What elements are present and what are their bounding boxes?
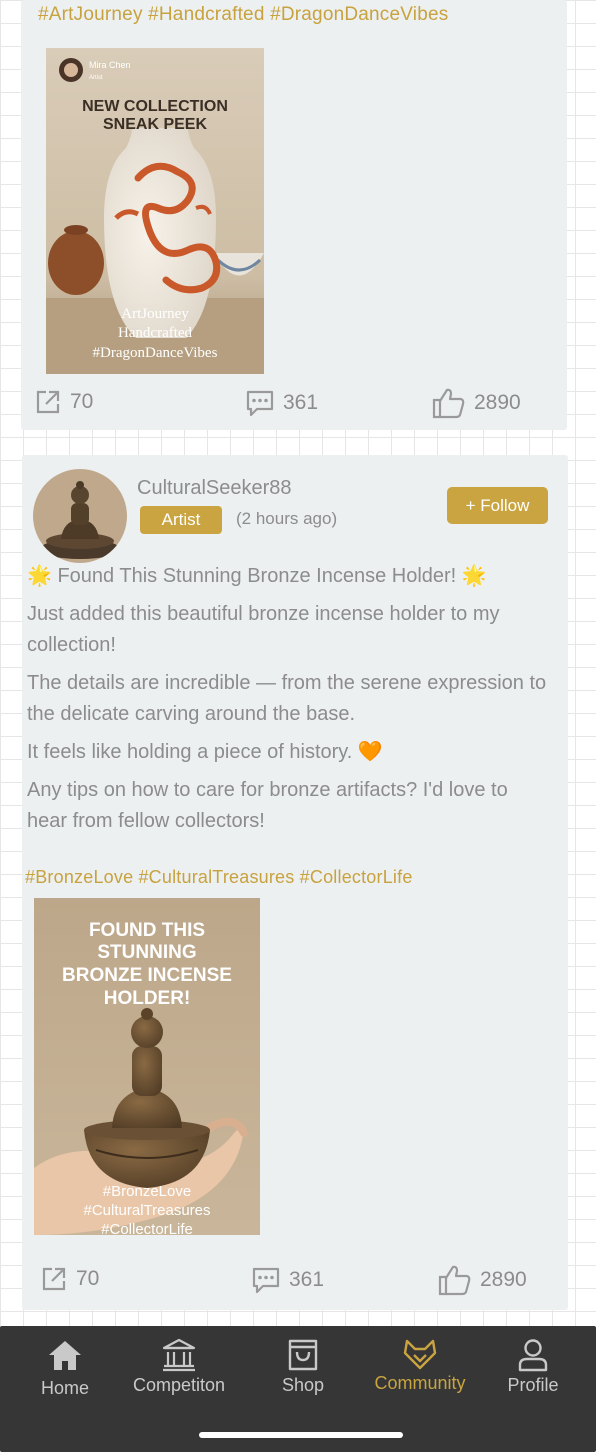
post-paragraph: The details are incredible — from the se… bbox=[27, 672, 547, 725]
image-headline-2: SNEAK PEEK bbox=[103, 116, 207, 133]
image-headline-1: NEW COLLECTION bbox=[82, 98, 228, 115]
comment-icon bbox=[246, 390, 274, 417]
post-timestamp: (2 hours ago) bbox=[236, 509, 338, 528]
comment-icon bbox=[252, 1267, 280, 1294]
image-author-role: Artist bbox=[89, 75, 103, 81]
shopping-bag-icon bbox=[288, 1339, 318, 1371]
fox-icon bbox=[403, 1339, 437, 1370]
follow-button[interactable]: + Follow bbox=[447, 487, 548, 524]
incense-holder-photo: FOUND THIS STUNNING BRONZE INCENSE HOLDE… bbox=[34, 898, 260, 1235]
post-paragraph: It feels like holding a piece of history… bbox=[27, 741, 383, 763]
share-icon bbox=[42, 1267, 66, 1291]
post-card: CulturalSeeker88 Artist (2 hours ago) + … bbox=[22, 455, 568, 1310]
image-caption-3: #CollectorLife bbox=[101, 1221, 193, 1235]
thumbs-up-icon bbox=[438, 1265, 471, 1296]
nav-label: Community bbox=[374, 1373, 466, 1393]
comment-count: 361 bbox=[289, 1268, 325, 1291]
vase-photo: Mira Chen Artist NEW COLLECTION SNEAK PE… bbox=[46, 48, 264, 374]
share-stat[interactable]: 70 bbox=[34, 388, 93, 416]
nav-item-profile[interactable]: Profile bbox=[498, 1338, 568, 1396]
share-count: 70 bbox=[70, 390, 94, 413]
home-icon bbox=[49, 1341, 81, 1370]
nav-label: Profile bbox=[507, 1375, 559, 1395]
post-card: #ArtJourney #Handcrafted #DragonDanceVib… bbox=[21, 0, 567, 430]
avatar[interactable] bbox=[33, 469, 127, 563]
like-stat[interactable]: 2890 bbox=[432, 387, 521, 419]
like-stat[interactable]: 2890 bbox=[438, 1264, 527, 1296]
like-count: 2890 bbox=[474, 391, 521, 414]
role-badge: Artist bbox=[140, 506, 222, 534]
image-headline-2: STUNNING bbox=[97, 942, 196, 963]
image-caption-2: #CulturalTreasures bbox=[84, 1202, 211, 1219]
image-caption-1: #BronzeLove bbox=[103, 1183, 191, 1200]
post-hashtags[interactable]: #ArtJourney #Handcrafted #DragonDanceVib… bbox=[38, 4, 448, 26]
post-image[interactable]: Mira Chen Artist NEW COLLECTION SNEAK PE… bbox=[46, 48, 264, 374]
post-hashtags[interactable]: #BronzeLove #CulturalTreasures #Collecto… bbox=[25, 867, 413, 888]
image-headline-1: FOUND THIS bbox=[89, 920, 205, 941]
image-caption-2: Handcrafted bbox=[118, 325, 193, 341]
image-headline-3: BRONZE INCENSE bbox=[62, 965, 232, 986]
share-icon bbox=[36, 390, 60, 414]
share-stat[interactable]: 70 bbox=[40, 1265, 99, 1293]
image-caption-3: #DragonDanceVibes bbox=[93, 345, 218, 361]
nav-item-competition[interactable]: Competiton bbox=[122, 1338, 236, 1396]
like-count: 2890 bbox=[480, 1268, 527, 1291]
image-author-name: Mira Chen bbox=[89, 60, 131, 70]
post-title: 🌟 Found This Stunning Bronze Incense Hol… bbox=[27, 565, 487, 587]
nav-item-community[interactable]: Community bbox=[367, 1338, 473, 1394]
nav-item-home[interactable]: Home bbox=[26, 1338, 104, 1399]
nav-label: Home bbox=[40, 1378, 89, 1398]
person-icon bbox=[518, 1339, 548, 1372]
username[interactable]: CulturalSeeker88 bbox=[137, 477, 292, 500]
post-body: 🌟 Found This Stunning Bronze Incense Hol… bbox=[27, 561, 547, 855]
share-count: 70 bbox=[76, 1267, 100, 1290]
comment-count: 361 bbox=[283, 391, 319, 414]
post-paragraph: Just added this beautiful bronze incense… bbox=[27, 603, 500, 656]
thumbs-up-icon bbox=[432, 388, 465, 419]
image-headline-4: HOLDER! bbox=[104, 988, 191, 1009]
buddha-avatar-image bbox=[33, 469, 127, 563]
post-image[interactable]: FOUND THIS STUNNING BRONZE INCENSE HOLDE… bbox=[34, 898, 260, 1235]
comment-stat[interactable]: 361 bbox=[245, 389, 318, 417]
nav-item-shop[interactable]: Shop bbox=[269, 1338, 337, 1396]
nav-label: Competiton bbox=[132, 1375, 226, 1395]
post-paragraph: Any tips on how to care for bronze artif… bbox=[27, 779, 508, 832]
image-caption-1: ArtJourney bbox=[121, 306, 189, 322]
comment-stat[interactable]: 361 bbox=[251, 1266, 324, 1294]
museum-icon bbox=[162, 1338, 196, 1372]
nav-label: Shop bbox=[281, 1375, 325, 1395]
home-indicator[interactable] bbox=[199, 1432, 403, 1438]
